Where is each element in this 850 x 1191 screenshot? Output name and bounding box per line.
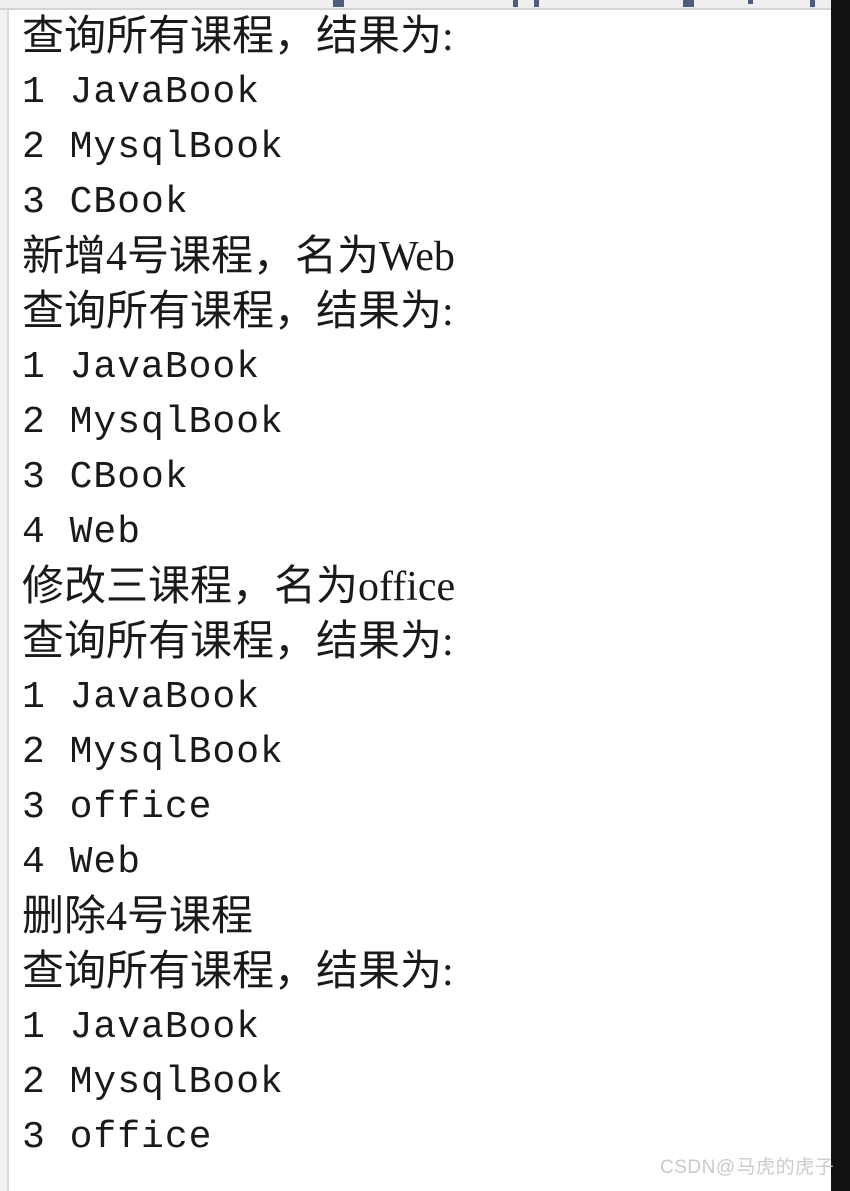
console-output-text[interactable]: 查询所有课程，结果为: 1 JavaBook 2 MysqlBook 3 CBook 新… (9, 10, 831, 1191)
console-line: 查询所有课程，结果为: (22, 619, 454, 665)
console-line: 3 CBook (22, 181, 189, 224)
clipped-glyph-fragment (748, 0, 753, 4)
console-line: 1 JavaBook (22, 1006, 261, 1049)
console-line: 删除4号课程 (22, 894, 254, 940)
clipped-glyph-fragment (333, 0, 344, 7)
console-line: 1 JavaBook (22, 346, 261, 389)
console-line: 1 JavaBook (22, 676, 261, 719)
console-line: 新增4号课程，名为Web (22, 234, 455, 280)
console-output-screenshot: 查询所有课程，结果为: 1 JavaBook 2 MysqlBook 3 CBook 新… (0, 0, 850, 1191)
console-line: 2 MysqlBook (22, 731, 284, 774)
console-line: 查询所有课程，结果为: (22, 289, 454, 335)
right-dark-band (831, 0, 850, 1191)
clipped-glyph-fragment (810, 0, 815, 7)
clipped-glyph-fragment (513, 0, 518, 7)
console-top-strip (0, 0, 831, 8)
console-line: 修改三课程，名为office (22, 564, 456, 610)
console-line: 查询所有课程，结果为: (22, 949, 454, 995)
console-line: 查询所有课程，结果为: (22, 14, 454, 60)
console-top-divider (0, 8, 831, 10)
console-line: 2 MysqlBook (22, 1061, 284, 1104)
console-line: 3 office (22, 786, 213, 829)
console-line: 3 office (22, 1116, 213, 1159)
console-line: 4 Web (22, 511, 142, 554)
console-line: 2 MysqlBook (22, 126, 284, 169)
clipped-glyph-fragment (534, 0, 539, 7)
console-line: 2 MysqlBook (22, 401, 284, 444)
console-line: 1 JavaBook (22, 71, 261, 114)
console-line: 3 CBook (22, 456, 189, 499)
clipped-glyph-fragment (683, 0, 694, 7)
console-left-gutter (0, 0, 7, 1191)
console-line: 4 Web (22, 841, 142, 884)
